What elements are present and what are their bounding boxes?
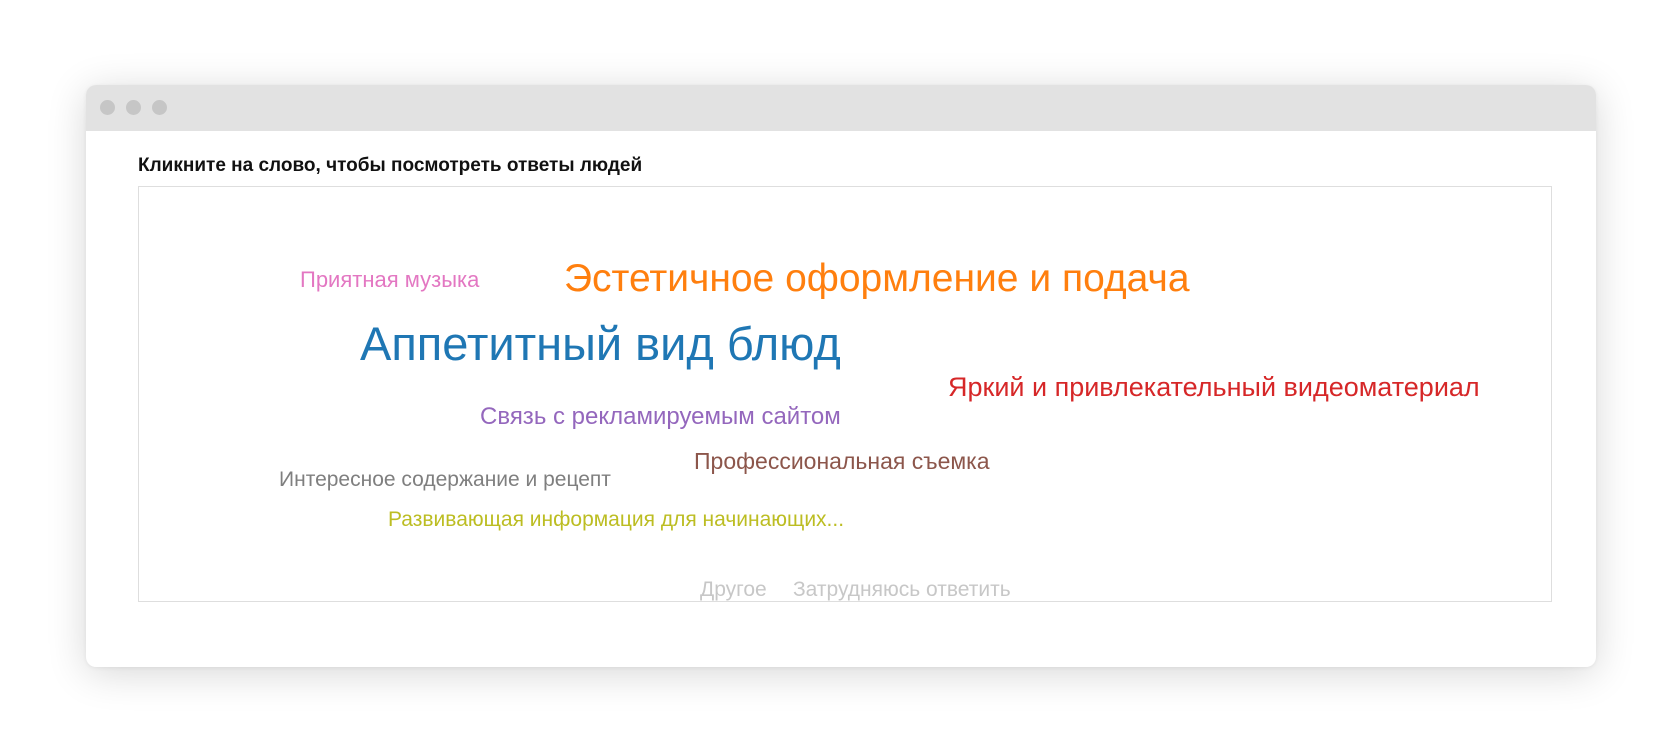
cloud-word-interesting-recipe[interactable]: Интересное содержание и рецепт: [279, 469, 611, 490]
prompt-heading: Кликните на слово, чтобы посмотреть отве…: [138, 155, 643, 176]
cloud-word-bright-video[interactable]: Яркий и привлекательный видеоматериал: [948, 374, 1480, 401]
cloud-word-aesthetic-design[interactable]: Эстетичное оформление и подача: [564, 259, 1190, 298]
cloud-word-beginner-info[interactable]: Развивающая информация для начинающих...: [388, 509, 844, 530]
cloud-word-other[interactable]: Другое: [700, 579, 767, 600]
cloud-word-site-connection[interactable]: Связь с рекламируемым сайтом: [480, 405, 841, 429]
browser-window: Кликните на слово, чтобы посмотреть отве…: [86, 85, 1596, 667]
word-cloud: Приятная музыка Эстетичное оформление и …: [138, 186, 1552, 602]
window-maximize-dot-icon[interactable]: [152, 100, 167, 115]
cloud-word-appetizing-dishes[interactable]: Аппетитный вид блюд: [360, 320, 841, 367]
window-titlebar: [86, 85, 1596, 131]
window-close-dot-icon[interactable]: [100, 100, 115, 115]
cloud-word-hard-to-answer[interactable]: Затрудняюсь ответить: [793, 579, 1011, 600]
window-minimize-dot-icon[interactable]: [126, 100, 141, 115]
cloud-word-pleasant-music[interactable]: Приятная музыка: [300, 269, 479, 291]
cloud-word-professional-shot[interactable]: Профессиональная съемка: [694, 450, 990, 473]
